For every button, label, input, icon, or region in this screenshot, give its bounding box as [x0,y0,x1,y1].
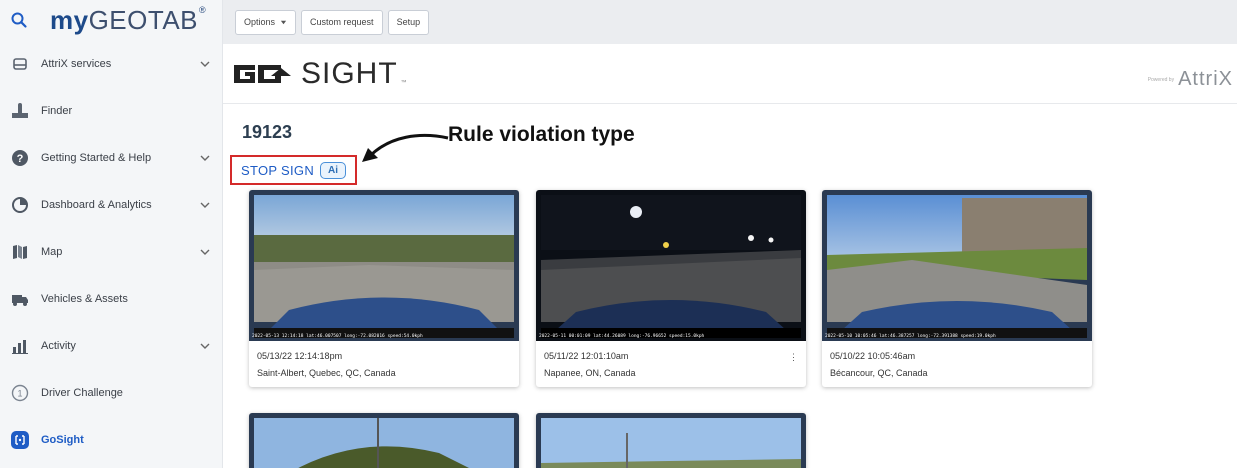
chevron-down-icon[interactable] [199,199,211,211]
event-thumbnail[interactable]: 2022-05-11 00:01:09 lat:44.26089 long:-7… [536,190,806,341]
powered-by-label: Powered by [1147,76,1175,83]
event-location: Bécancour, QC, Canada [830,368,928,378]
sidebar-item-label: AttriX services [41,57,112,70]
event-meta: 05/11/22 12:01:10am Napanee, ON, Canada … [536,341,806,382]
video-stamp: 2022-05-11 00:01:09 lat:44.26089 long:-7… [539,334,705,339]
event-meta: 05/13/22 12:14:18pm Saint-Albert, Quebec… [249,341,519,382]
sidebar-item-gosight[interactable]: GoSight [0,416,222,463]
annotation-label: Rule violation type [448,123,635,146]
chevron-down-icon[interactable] [199,58,211,70]
rule-violation-type: STOP SIGN Ai [230,155,357,185]
chevron-down-icon[interactable] [199,340,211,352]
sidebar-item-label: Activity [41,339,76,352]
vehicle-icon [11,290,29,308]
sidebar-item-label: Map [41,245,63,258]
map-icon [11,243,29,261]
sidebar-item-label: GoSight [41,433,84,446]
event-card[interactable]: 2022-05-13 12:14:18 lat:46.007507 long:-… [249,190,519,387]
sidebar-nav: AttriX services Finder ? Getting Started… [0,40,222,463]
sidebar-item-label: Driver Challenge [41,386,123,399]
sidebar-item-label: Finder [41,104,73,117]
video-stamp: 2022-05-10 10:05:46 lat:46.387257 long:-… [825,334,996,339]
chevron-down-icon[interactable] [199,246,211,258]
sidebar-item-map[interactable]: Map [0,228,222,275]
annotation-arrow-icon [362,133,449,162]
gosight-icon [11,430,29,449]
attrix-wordmark: AttriX [1178,68,1233,90]
go-logo-mark [234,65,291,83]
video-stamp: 2022-05-13 12:14:18 lat:46.007507 long:-… [252,334,423,339]
more-options-icon[interactable]: ⋮ [789,349,798,366]
ai-badge: Ai [320,161,347,179]
setup-button[interactable]: Setup [387,9,430,35]
activity-icon [11,337,29,355]
search-icon[interactable] [10,11,28,29]
event-datetime: 05/10/22 10:05:46am [830,351,916,361]
event-thumbnail[interactable] [536,413,806,468]
event-location: Saint-Albert, Quebec, QC, Canada [257,368,396,378]
mygeotab-logo[interactable]: myGEOTAB® [50,5,206,36]
chevron-down-icon[interactable] [199,152,211,164]
sidebar-item-attrix-services[interactable]: AttriX services [0,40,222,87]
event-meta: 05/10/22 10:05:46am Bécancour, QC, Canad… [822,341,1092,382]
driver-challenge-icon: 1 [11,384,29,402]
sidebar-item-getting-started-help[interactable]: ? Getting Started & Help [0,134,222,181]
sidebar-item-label: Dashboard & Analytics [41,198,152,211]
options-button[interactable]: Options [235,9,297,35]
finder-icon [11,102,29,120]
svg-text:1: 1 [17,388,22,398]
trademark-mark: ™ [400,80,407,86]
rule-label: STOP SIGN [241,162,315,178]
sidebar-item-activity[interactable]: Activity [0,322,222,369]
event-thumbnail[interactable]: 2022-05-13 12:14:18 lat:46.007507 long:-… [249,190,519,341]
attrix-partner-logo: Powered by AttriX [1148,68,1233,91]
brand-bar: myGEOTAB® [0,0,222,40]
sidebar-item-label: Vehicles & Assets [41,292,128,305]
sidebar-item-driver-challenge[interactable]: 1 Driver Challenge [0,369,222,416]
options-label: Options [244,17,276,27]
svg-text:?: ? [17,153,24,165]
event-datetime: 05/13/22 12:14:18pm [257,351,343,361]
event-location: Napanee, ON, Canada [544,368,636,378]
caret-down-icon [280,20,287,24]
vehicle-id: 19123 [242,122,293,142]
event-card[interactable] [249,413,519,468]
event-card[interactable]: 2022-05-10 10:05:46 lat:46.387257 long:-… [822,190,1092,387]
dashboard-icon [11,196,29,214]
gosight-logo: SIGHT ™ [231,54,407,94]
sidebar-item-finder[interactable]: Finder [0,87,222,134]
sidebar-item-label: Getting Started & Help [41,151,152,164]
custom-request-button[interactable]: Custom request [301,9,383,35]
sidebar-item-dashboard-analytics[interactable]: Dashboard & Analytics [0,181,222,228]
sidebar-item-vehicles-assets[interactable]: Vehicles & Assets [0,275,222,322]
event-thumbnail[interactable] [249,413,519,468]
sidebar: myGEOTAB® AttriX services Finder ? Getti… [0,0,223,468]
top-toolbar: Options Custom request Setup [223,0,1237,44]
event-card[interactable]: 2022-05-11 00:01:09 lat:44.26089 long:-7… [536,190,806,387]
gosight-wordmark: SIGHT [301,57,398,90]
event-datetime: 05/11/22 12:01:10am [544,351,629,361]
gosight-header: SIGHT ™ Powered by AttriX [223,44,1237,104]
help-icon: ? [11,149,29,167]
event-card[interactable] [536,413,806,468]
attrix-icon [11,55,29,73]
event-thumbnail[interactable]: 2022-05-10 10:05:46 lat:46.387257 long:-… [822,190,1092,341]
